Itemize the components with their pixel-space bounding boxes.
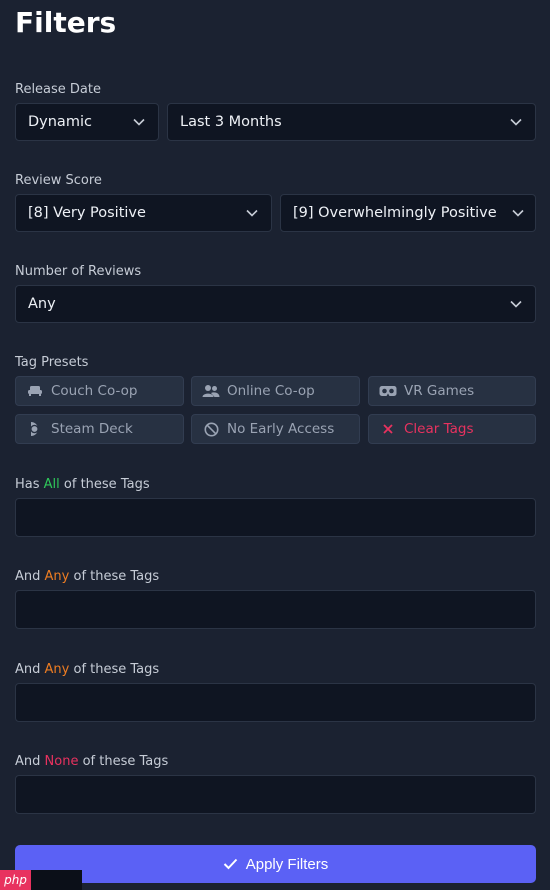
and-any-tags-label: And Any of these Tags — [15, 569, 159, 584]
num-reviews-value: Any — [28, 296, 56, 312]
review-score-max-select[interactable]: [9] Overwhelmingly Positive — [280, 194, 536, 232]
release-date-mode-select[interactable]: Dynamic — [15, 103, 159, 141]
apply-filters-button[interactable]: Apply Filters — [15, 845, 536, 883]
and-any-tags-input-2[interactable] — [15, 683, 536, 722]
and-any-tags-label: And Any of these Tags — [15, 662, 159, 677]
review-score-max-value: [9] Overwhelmingly Positive — [293, 205, 497, 221]
release-date-range-value: Last 3 Months — [180, 114, 282, 130]
label-suffix: of these Tags — [69, 662, 160, 677]
has-all-tags-label: Has All of these Tags — [15, 477, 150, 492]
and-none-tags-input[interactable] — [15, 775, 536, 814]
chevron-down-icon — [512, 209, 524, 217]
preset-label: VR Games — [404, 383, 475, 399]
label-prefix: And — [15, 754, 45, 769]
preset-vr-games-button[interactable]: VR Games — [368, 376, 536, 406]
label-prefix: Has — [15, 477, 44, 492]
vr-headset-icon — [379, 382, 397, 400]
any-keyword: Any — [44, 569, 70, 584]
preset-couch-coop-button[interactable]: Couch Co-op — [15, 376, 184, 406]
clear-tags-button[interactable]: Clear Tags — [368, 414, 536, 444]
preset-label: Couch Co-op — [51, 383, 138, 399]
has-all-tags-input[interactable] — [15, 498, 536, 537]
preset-no-early-access-button[interactable]: No Early Access — [191, 414, 360, 444]
preset-label: Steam Deck — [51, 421, 133, 437]
label-suffix: of these Tags — [59, 477, 150, 492]
no-entry-icon — [202, 420, 220, 438]
num-reviews-label: Number of Reviews — [15, 264, 142, 279]
review-score-label: Review Score — [15, 173, 102, 188]
and-any-tags-input-1[interactable] — [15, 590, 536, 629]
none-keyword: None — [44, 754, 79, 769]
chevron-down-icon — [246, 209, 258, 217]
any-keyword: Any — [44, 662, 70, 677]
label-prefix: And — [15, 569, 45, 584]
preset-label: No Early Access — [227, 421, 335, 437]
num-reviews-select[interactable]: Any — [15, 285, 536, 323]
watermark-badge: php — [0, 870, 82, 890]
check-icon — [223, 858, 237, 870]
release-date-range-select[interactable]: Last 3 Months — [167, 103, 536, 141]
apply-filters-label: Apply Filters — [245, 855, 329, 873]
preset-steam-deck-button[interactable]: Steam Deck — [15, 414, 184, 444]
clear-tags-label: Clear Tags — [404, 421, 474, 437]
sofa-icon — [26, 382, 44, 400]
preset-label: Online Co-op — [227, 383, 315, 399]
chevron-down-icon — [510, 300, 522, 308]
tag-presets-label: Tag Presets — [15, 355, 89, 370]
review-score-min-value: [8] Very Positive — [28, 205, 146, 221]
x-icon — [379, 420, 397, 438]
steam-deck-icon — [26, 420, 44, 438]
chevron-down-icon — [510, 118, 522, 126]
release-date-label: Release Date — [15, 82, 101, 97]
release-date-mode-value: Dynamic — [28, 114, 92, 130]
and-none-tags-label: And None of these Tags — [15, 754, 168, 769]
users-icon — [202, 382, 220, 400]
label-prefix: And — [15, 662, 45, 677]
preset-online-coop-button[interactable]: Online Co-op — [191, 376, 360, 406]
label-suffix: of these Tags — [69, 569, 160, 584]
all-keyword: All — [43, 477, 60, 492]
page-title: Filters — [15, 6, 117, 39]
chevron-down-icon — [133, 118, 145, 126]
label-suffix: of these Tags — [78, 754, 169, 769]
watermark-logo: php — [0, 870, 31, 890]
review-score-min-select[interactable]: [8] Very Positive — [15, 194, 272, 232]
